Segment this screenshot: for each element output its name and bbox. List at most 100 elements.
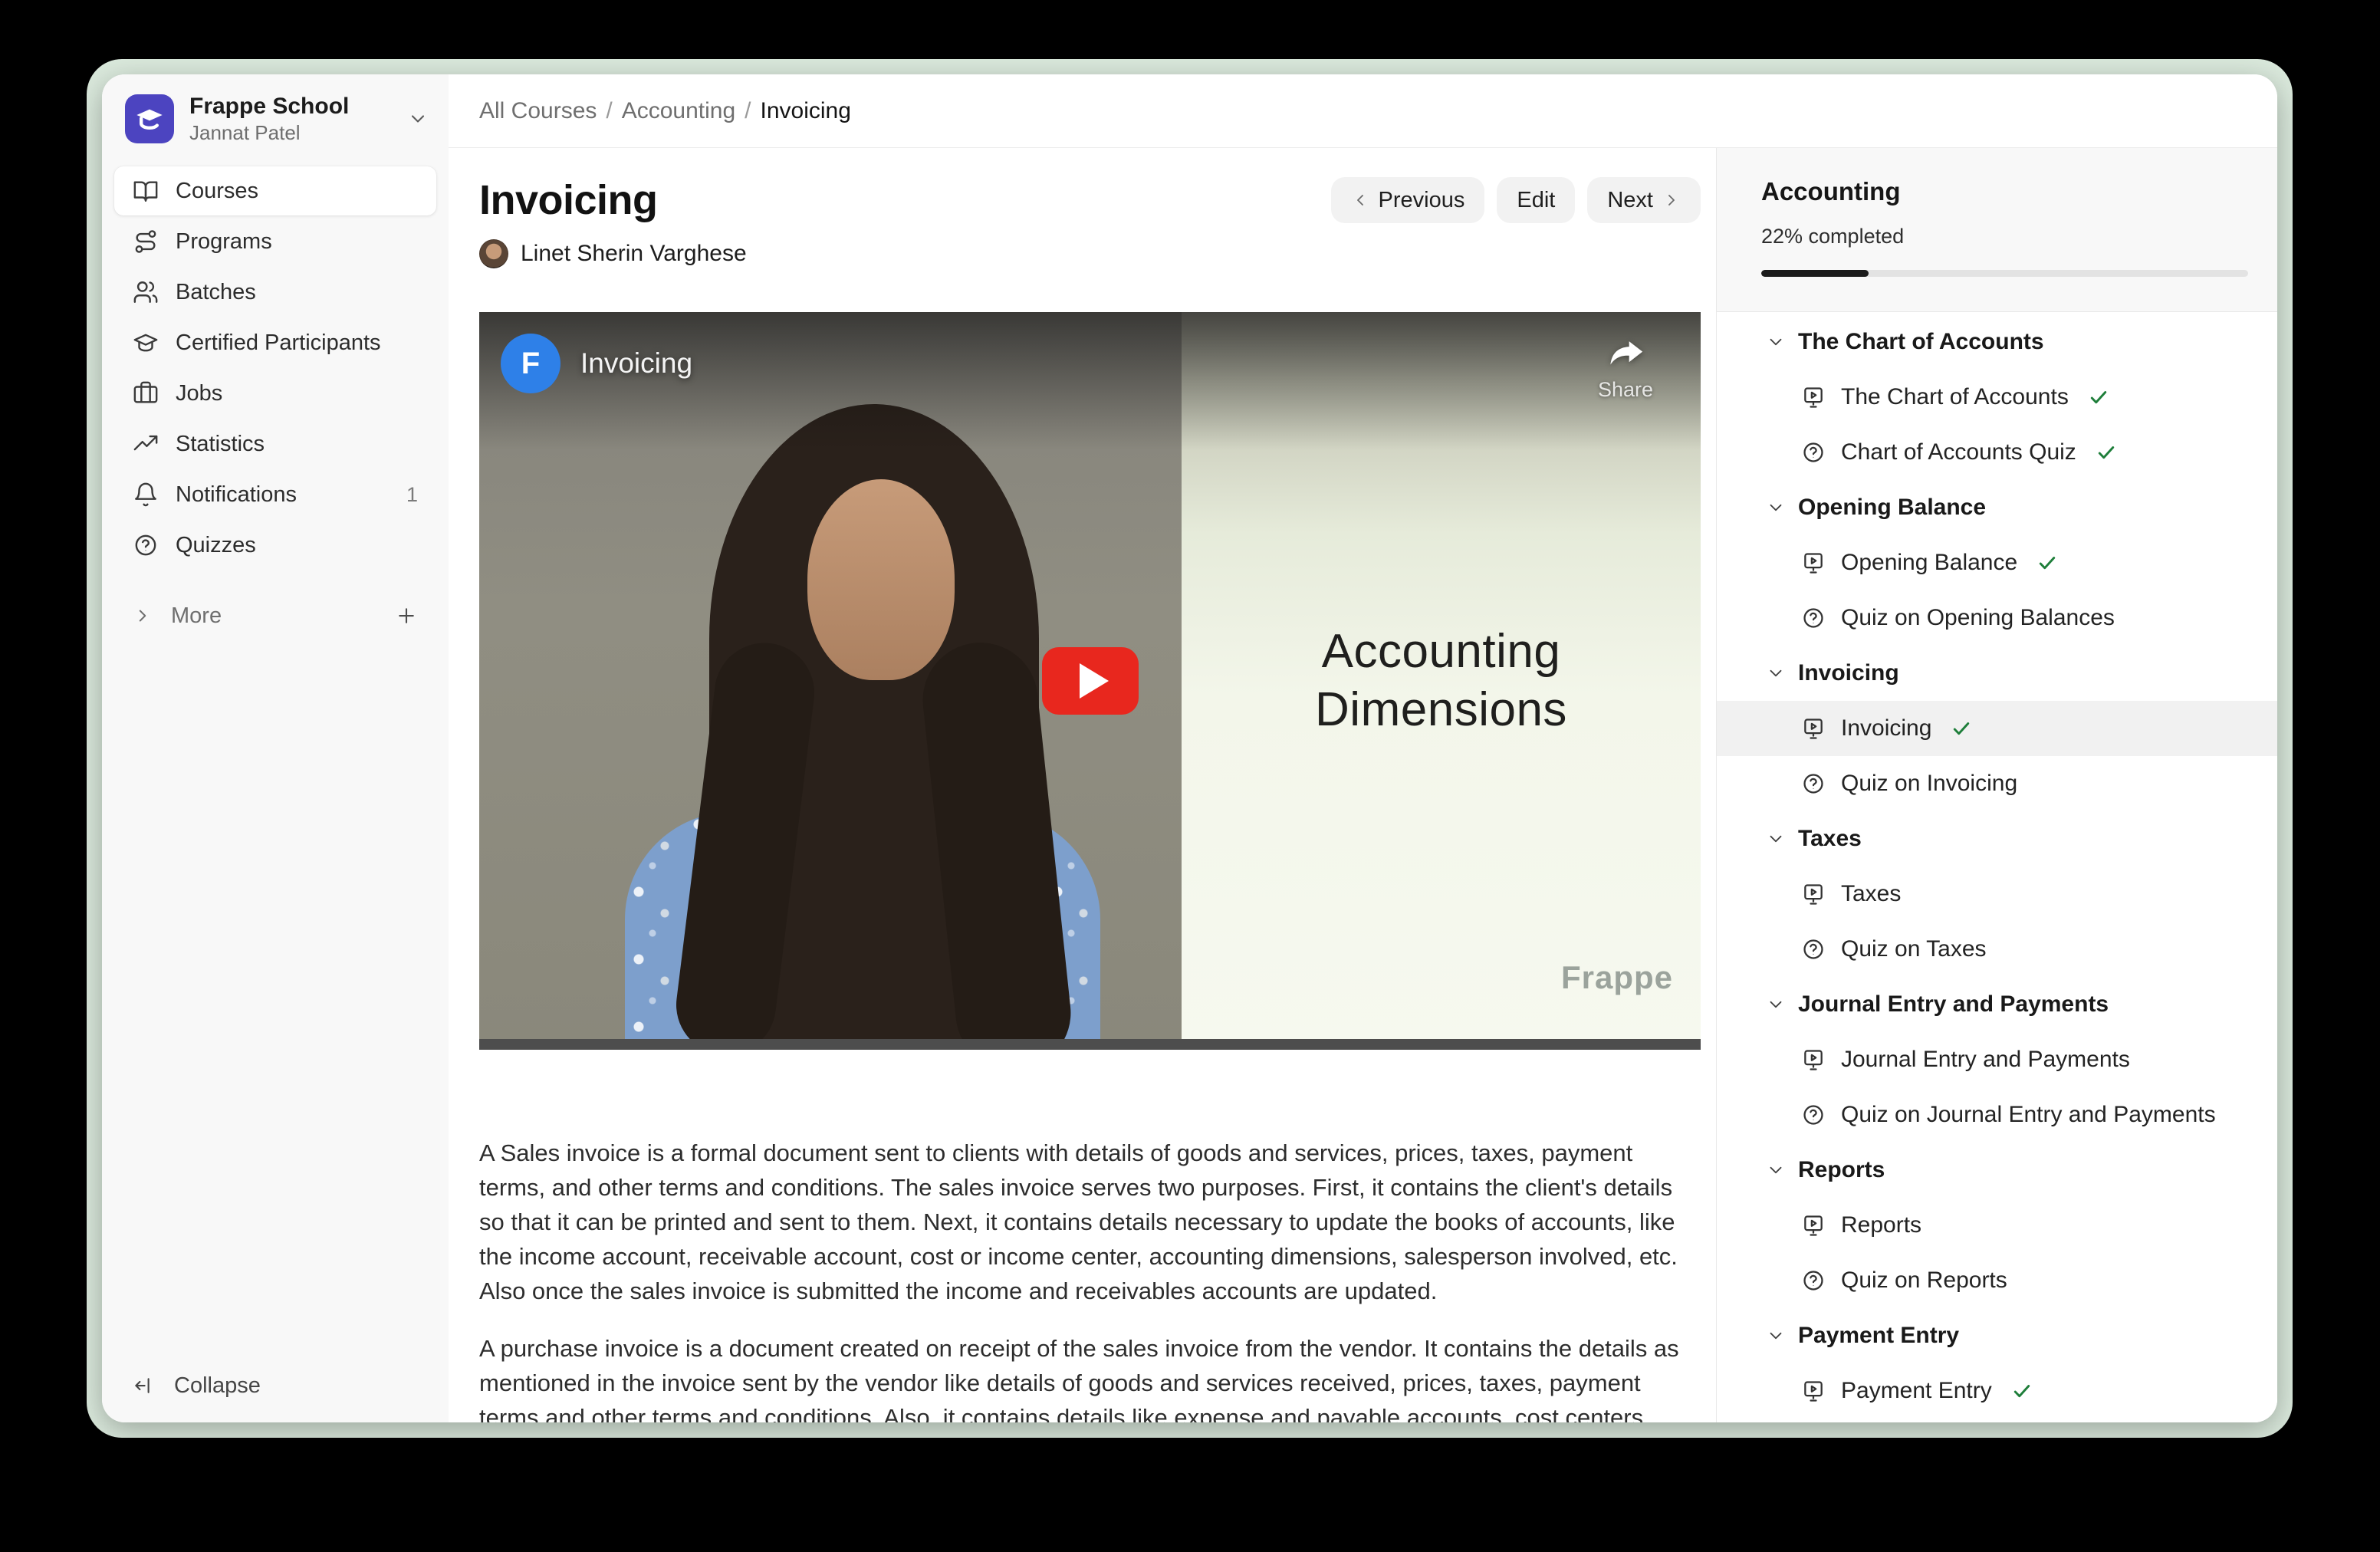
plus-icon[interactable]	[395, 604, 418, 627]
outline-item-label: Quiz on Invoicing	[1841, 771, 2017, 797]
outline-item-label: Payment Entry	[1841, 1378, 1992, 1404]
bell-icon	[133, 482, 159, 508]
sidebar-item-courses[interactable]: Courses	[114, 166, 436, 215]
notification-count-badge: 1	[406, 483, 418, 507]
help-circle-icon	[1801, 440, 1826, 465]
outline-section-invoicing[interactable]: Invoicing	[1717, 646, 2277, 701]
lesson-paragraph: A Sales invoice is a formal document sen…	[479, 1136, 1699, 1308]
outline-item-the-chart-of-accounts[interactable]: The Chart of Accounts	[1717, 370, 2277, 425]
sidebar-item-jobs[interactable]: Jobs	[114, 369, 436, 418]
video-player[interactable]: Accounting Dimensions Frappe F Invoicing	[479, 312, 1701, 1050]
outline-item-chart-of-accounts-quiz[interactable]: Chart of Accounts Quiz	[1717, 425, 2277, 480]
app-window: Frappe School Jannat Patel Courses Progra…	[102, 74, 2277, 1422]
outline-section-label: Journal Entry and Payments	[1798, 991, 2109, 1018]
monitor-play-icon	[1801, 1379, 1826, 1403]
frappe-watermark: Frappe	[1561, 959, 1673, 996]
outline-section-reports[interactable]: Reports	[1717, 1143, 2277, 1198]
chevron-down-icon	[1766, 663, 1786, 683]
outline-item-label: Taxes	[1841, 881, 1901, 907]
sidebar-more-label: More	[171, 603, 222, 629]
outline-section-label: Reports	[1798, 1157, 1885, 1183]
course-progress-bar	[1761, 270, 2248, 277]
outline-item-label: Quiz on Taxes	[1841, 936, 1987, 962]
slide-title-line2: Dimensions	[1182, 681, 1701, 739]
author-name: Linet Sherin Varghese	[521, 241, 747, 267]
outline-item-quiz-on-reports[interactable]: Quiz on Reports	[1717, 1253, 2277, 1308]
outline-item-invoicing[interactable]: Invoicing	[1717, 701, 2277, 756]
outline-section-taxes[interactable]: Taxes	[1717, 811, 2277, 866]
breadcrumb-separator: /	[745, 98, 751, 123]
sidebar-item-notifications[interactable]: Notifications1	[114, 470, 436, 519]
sidebar-collapse-label: Collapse	[174, 1373, 261, 1399]
outline-item-taxes[interactable]: Taxes	[1717, 866, 2277, 922]
course-progress-fill	[1761, 270, 1869, 277]
outline-section-the-chart-of-accounts[interactable]: The Chart of Accounts	[1717, 314, 2277, 370]
outline-item-quiz-on-opening-balances[interactable]: Quiz on Opening Balances	[1717, 590, 2277, 646]
sidebar-item-label: Quizzes	[176, 533, 256, 558]
outline-item-label: Quiz on Journal Entry and Payments	[1841, 1102, 2216, 1128]
outline-item-opening-balance[interactable]: Opening Balance	[1717, 535, 2277, 590]
trending-up-icon	[133, 431, 159, 457]
outline-item-journal-entry-and-payments[interactable]: Journal Entry and Payments	[1717, 1032, 2277, 1087]
outline-item-label: The Chart of Accounts	[1841, 384, 2069, 410]
slide-title: Accounting Dimensions	[1182, 623, 1701, 739]
sidebar-item-label: Statistics	[176, 432, 265, 457]
frappe-school-logo-icon	[125, 94, 174, 143]
main-row: Invoicing Previous Edit	[449, 148, 2277, 1422]
chevron-right-icon	[1662, 191, 1681, 209]
outline-item-quiz-on-journal-entry-and-payments[interactable]: Quiz on Journal Entry and Payments	[1717, 1087, 2277, 1143]
sidebar-item-label: Courses	[176, 179, 258, 204]
lesson-nav-buttons: Previous Edit Next	[1331, 177, 1701, 223]
workspace-switcher[interactable]: Frappe School Jannat Patel	[114, 93, 436, 145]
course-progress-text: 22% completed	[1761, 225, 2248, 248]
main-column: All Courses/Accounting/Invoicing Invoici…	[449, 74, 2277, 1422]
outline-section-journal-entry-and-payments[interactable]: Journal Entry and Payments	[1717, 977, 2277, 1032]
chevron-left-icon	[1351, 191, 1369, 209]
outline-item-quiz-on-invoicing[interactable]: Quiz on Invoicing	[1717, 756, 2277, 811]
lesson-content: Invoicing Previous Edit	[449, 148, 1716, 1422]
outline-item-label: Journal Entry and Payments	[1841, 1047, 2130, 1073]
outline-item-payment-entry[interactable]: Payment Entry	[1717, 1363, 2277, 1419]
sidebar-collapse-button[interactable]: Collapse	[114, 1363, 436, 1409]
chevron-down-icon	[1766, 332, 1786, 352]
help-circle-icon	[133, 532, 159, 558]
lesson-body-text: A Sales invoice is a formal document sen…	[479, 1136, 1701, 1422]
outline-section-label: Invoicing	[1798, 660, 1899, 686]
monitor-play-icon	[1801, 1047, 1826, 1072]
channel-avatar[interactable]: F	[501, 334, 560, 393]
chevron-down-icon	[1766, 1326, 1786, 1346]
sidebar-item-batches[interactable]: Batches	[114, 268, 436, 317]
outline-item-label: Invoicing	[1841, 715, 1931, 741]
monitor-play-icon	[1801, 1213, 1826, 1238]
share-button[interactable]: Share	[1598, 335, 1653, 402]
video-thumbnail-slide: Accounting Dimensions Frappe	[1182, 312, 1701, 1050]
sidebar-item-quizzes[interactable]: Quizzes	[114, 521, 436, 570]
help-circle-icon	[1801, 937, 1826, 962]
sidebar-item-statistics[interactable]: Statistics	[114, 419, 436, 469]
outline-section-opening-balance[interactable]: Opening Balance	[1717, 480, 2277, 535]
video-title[interactable]: Invoicing	[580, 347, 692, 380]
lesson-paragraph: A purchase invoice is a document created…	[479, 1331, 1699, 1422]
play-button[interactable]	[1042, 647, 1139, 715]
breadcrumb-link-accounting[interactable]: Accounting	[622, 98, 735, 123]
edit-label: Edit	[1517, 188, 1555, 213]
video-title-row: F Invoicing	[501, 334, 692, 393]
edit-button[interactable]: Edit	[1497, 177, 1575, 223]
users-icon	[133, 279, 159, 305]
next-button[interactable]: Next	[1587, 177, 1701, 223]
check-icon	[2036, 551, 2059, 574]
chevron-down-icon	[407, 108, 429, 130]
outline-item-quiz-on-taxes[interactable]: Quiz on Taxes	[1717, 922, 2277, 977]
sidebar-more[interactable]: More	[114, 594, 436, 637]
previous-button[interactable]: Previous	[1331, 177, 1485, 223]
breadcrumb-link-all-courses[interactable]: All Courses	[479, 98, 597, 123]
outline-item-reports[interactable]: Reports	[1717, 1198, 2277, 1253]
outline-section-payment-entry[interactable]: Payment Entry	[1717, 1308, 2277, 1363]
sidebar-item-programs[interactable]: Programs	[114, 217, 436, 266]
previous-label: Previous	[1379, 188, 1465, 213]
monitor-play-icon	[1801, 882, 1826, 906]
course-outline: The Chart of Accounts The Chart of Accoun…	[1717, 312, 2277, 1422]
sidebar-item-certified-participants[interactable]: Certified Participants	[114, 318, 436, 367]
next-label: Next	[1607, 188, 1653, 213]
outline-item-label: Chart of Accounts Quiz	[1841, 439, 2076, 465]
